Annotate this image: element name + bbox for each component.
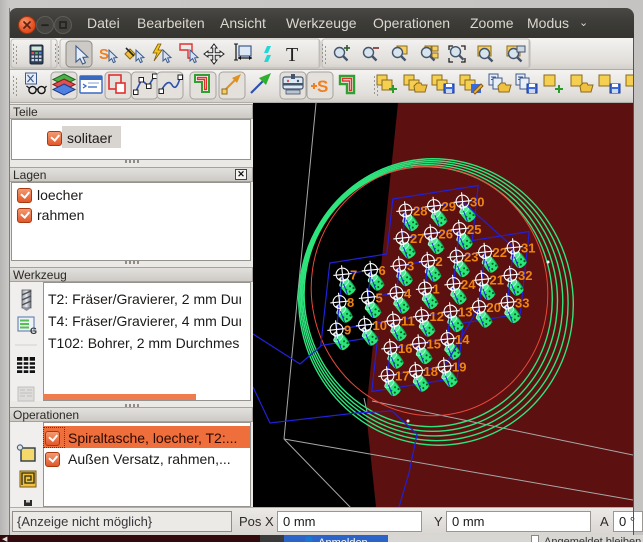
svg-text:18: 18 xyxy=(424,364,438,379)
svg-text:5: 5 xyxy=(376,291,383,306)
svg-text:12: 12 xyxy=(430,309,444,324)
svg-text:1: 1 xyxy=(433,282,440,297)
svg-text:16: 16 xyxy=(398,341,412,356)
svg-text:T: T xyxy=(286,44,298,66)
svg-text:14: 14 xyxy=(455,332,470,347)
svg-text:30: 30 xyxy=(470,195,484,210)
svg-text:8: 8 xyxy=(347,295,354,310)
svg-text:11: 11 xyxy=(401,314,415,329)
svg-text:2: 2 xyxy=(436,254,443,269)
svg-text:6: 6 xyxy=(379,263,386,278)
svg-text:S: S xyxy=(99,46,109,63)
svg-text:26: 26 xyxy=(439,227,453,242)
svg-text:3: 3 xyxy=(407,259,414,274)
svg-text:15: 15 xyxy=(427,337,441,352)
svg-text:21: 21 xyxy=(490,273,504,288)
svg-text:31: 31 xyxy=(521,241,535,256)
svg-text:33: 33 xyxy=(515,296,529,311)
svg-text:23: 23 xyxy=(464,250,478,265)
svg-text:19: 19 xyxy=(452,360,466,375)
svg-text:32: 32 xyxy=(518,268,532,283)
svg-text:4: 4 xyxy=(404,286,412,301)
svg-text:17: 17 xyxy=(395,369,409,384)
svg-text:S: S xyxy=(317,77,328,96)
svg-text:10: 10 xyxy=(373,318,387,333)
svg-text:22: 22 xyxy=(493,245,507,260)
svg-text:9: 9 xyxy=(344,323,351,338)
svg-text:24: 24 xyxy=(461,277,476,292)
svg-text:28: 28 xyxy=(413,204,427,219)
svg-text:13: 13 xyxy=(458,305,472,320)
svg-text:G: G xyxy=(30,326,37,336)
svg-text:7: 7 xyxy=(350,268,357,283)
svg-text:27: 27 xyxy=(410,231,424,246)
svg-text:20: 20 xyxy=(487,300,501,315)
svg-text:25: 25 xyxy=(467,222,481,237)
svg-text:29: 29 xyxy=(442,199,456,214)
